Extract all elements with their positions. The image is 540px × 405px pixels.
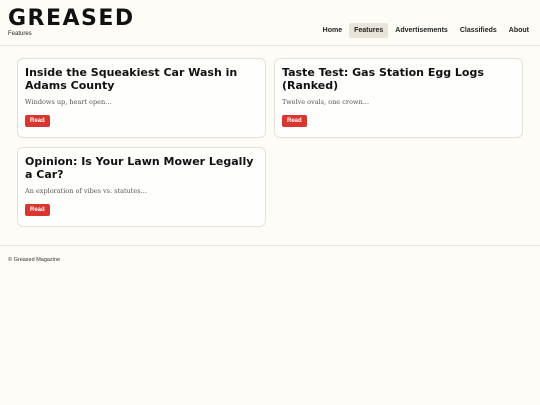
article-excerpt: Twelve ovals, one crown… [282, 98, 370, 106]
article-excerpt: Windows up, heart open… [25, 98, 112, 106]
article-card: Inside the Squeakiest Car Wash in Adams … [17, 58, 266, 138]
article-grid: Inside the Squeakiest Car Wash in Adams … [17, 58, 523, 227]
article-title[interactable]: Inside the Squeakiest Car Wash in Adams … [25, 66, 258, 92]
nav-about[interactable]: About [504, 23, 534, 38]
site-footer: © Greased Magazine [0, 245, 540, 263]
section-label: Features [8, 31, 32, 37]
article-title[interactable]: Taste Test: Gas Station Egg Logs (Ranked… [282, 66, 515, 92]
nav-features[interactable]: Features [349, 23, 389, 38]
article-excerpt: An exploration of vibes vs. statutes… [25, 187, 148, 195]
read-button[interactable]: Read [25, 115, 50, 127]
main-nav: Home Features Advertisements Classifieds… [318, 23, 534, 38]
brand-logo[interactable]: GREASED [8, 8, 135, 30]
site-header: GREASED Features Home Features Advertise… [0, 0, 540, 46]
nav-classifieds[interactable]: Classifieds [455, 23, 502, 38]
article-card: Opinion: Is Your Lawn Mower Legally a Ca… [17, 147, 266, 227]
article-card: Taste Test: Gas Station Egg Logs (Ranked… [274, 58, 523, 138]
article-title[interactable]: Opinion: Is Your Lawn Mower Legally a Ca… [25, 155, 258, 181]
nav-advertisements[interactable]: Advertisements [390, 23, 453, 38]
read-button[interactable]: Read [282, 115, 307, 127]
copyright-text: © Greased Magazine [8, 257, 61, 263]
read-button[interactable]: Read [25, 204, 50, 216]
nav-home[interactable]: Home [318, 23, 347, 38]
